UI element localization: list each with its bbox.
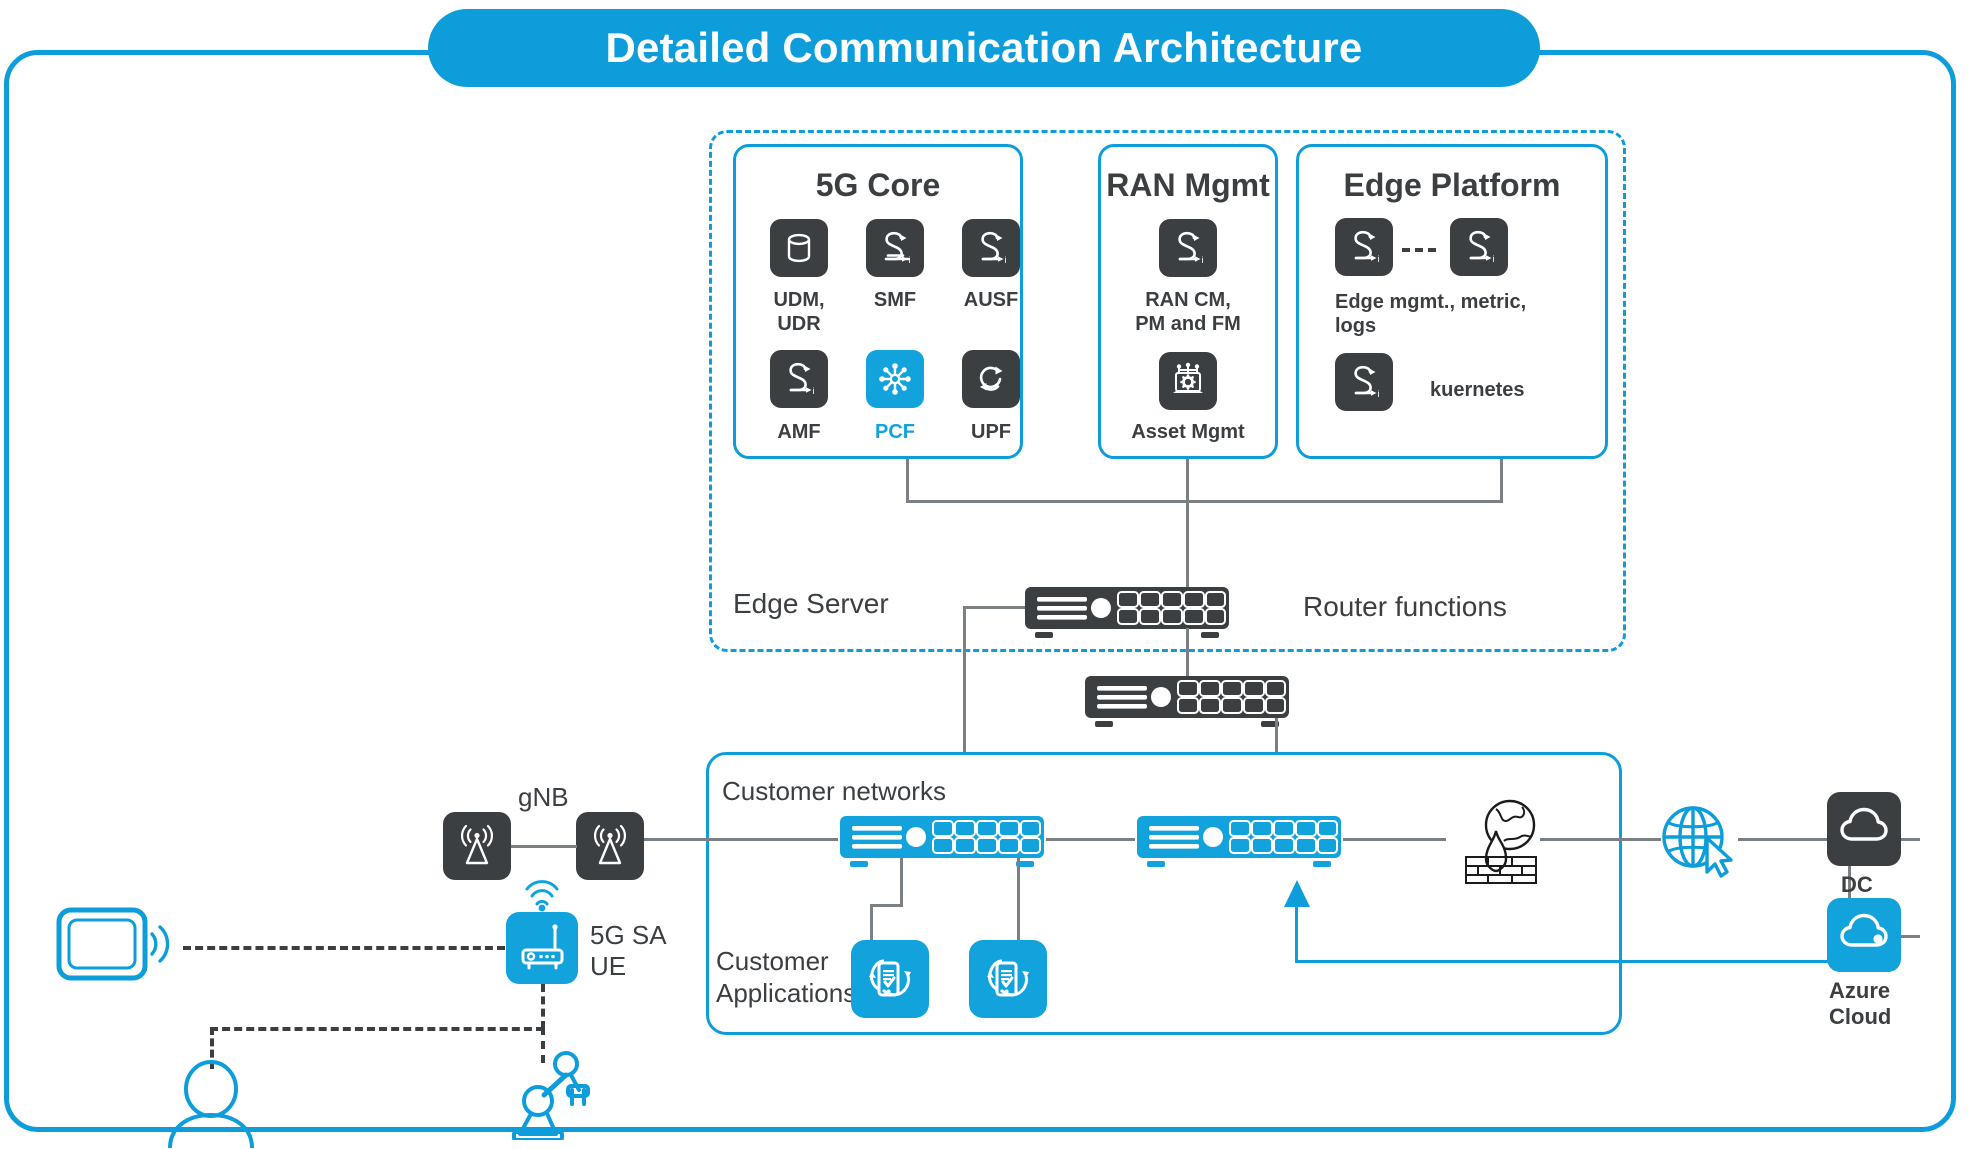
connector-firewall-to-internet: [1540, 838, 1661, 841]
function-i-icon: i: [1354, 365, 1380, 399]
svg-text:i: i: [1202, 255, 1204, 265]
router-switch-icon: [840, 816, 1044, 867]
icon-tile-upf[interactable]: [962, 350, 1020, 408]
svg-text:i: i: [1493, 254, 1495, 264]
router-switch-icon: [1085, 676, 1289, 727]
diagram-canvas: Detailed Communication Architecture Edge…: [0, 0, 1970, 1149]
mobile-app-icon: [987, 959, 1029, 997]
connector-customer-to-firewall: [1343, 838, 1446, 841]
gnb-antenna-2[interactable]: [576, 812, 644, 880]
router-switch-icon: [1137, 816, 1341, 867]
connector-customer-routers: [1046, 838, 1135, 841]
antenna-tower-icon: [594, 824, 626, 865]
asset-gear-laptop-icon: [1173, 362, 1203, 393]
connector-bus-to-router: [1186, 500, 1189, 590]
antenna-tower-icon: [461, 824, 493, 865]
link-tablet-ue: [183, 946, 505, 950]
icon-tile-pcf[interactable]: [866, 350, 924, 408]
function-i-icon: i: [1178, 231, 1204, 265]
cloud-icon: [1840, 807, 1888, 841]
icon-tile-udm-udr[interactable]: [770, 219, 828, 277]
connector-bus: [906, 500, 1503, 503]
gnb-antenna-1[interactable]: [443, 812, 511, 880]
firewall-globe-icon: [1465, 799, 1537, 884]
label-kubernetes: kuernetes: [1430, 379, 1525, 401]
panel-ran-mgmt-title: RAN Mgmt: [1106, 167, 1270, 203]
icon-tile-asset-mgmt[interactable]: [1159, 352, 1217, 410]
robot-arm-icon: [512, 1051, 590, 1140]
policy-hub-icon: [879, 363, 911, 395]
customer-app-2[interactable]: [969, 940, 1047, 1018]
icon-tile-smf[interactable]: i: [866, 219, 924, 277]
forwarding-loop-icon: [979, 366, 1003, 391]
ue-label: 5G SA UE: [590, 920, 667, 982]
wifi-router-icon: [521, 924, 564, 970]
connector-edgeplat-down: [1500, 459, 1503, 503]
edge-server-label: Edge Server: [733, 588, 889, 619]
mobile-app-icon: [869, 959, 911, 997]
link-person-h: [210, 1027, 544, 1031]
customer-applications-label: Customer Applications: [716, 946, 857, 1008]
function-i-icon: i: [1469, 230, 1495, 264]
function-i-icon: i: [981, 231, 1007, 265]
connector-azure-return-h: [1295, 960, 1855, 963]
icon-tile-ausf[interactable]: i: [962, 219, 1020, 277]
panel-edge-platform-title: Edge Platform: [1343, 167, 1561, 203]
internet-globe-cursor-icon: [1662, 806, 1733, 878]
connector-app1-h: [870, 904, 903, 907]
azure-node[interactable]: [1827, 898, 1901, 972]
icon-tile-amf[interactable]: i: [770, 350, 828, 408]
router-customer-1[interactable]: [838, 812, 1046, 868]
function-i-icon: i: [1354, 230, 1380, 264]
link-ue-down: [541, 984, 545, 1029]
label-ran-cm: RAN CM, PM and FM: [1135, 289, 1241, 336]
connector-app1-v2: [870, 904, 873, 943]
icon-tile-ran-cm[interactable]: i: [1159, 219, 1217, 277]
edge-mgmt-link-dash: [1402, 248, 1436, 252]
connector-gnb-1-2: [511, 845, 577, 848]
connector-app1-v1: [900, 858, 903, 906]
router-switch-icon: [1025, 587, 1229, 638]
customer-networks-label: Customer networks: [722, 776, 946, 806]
connector-core-down: [906, 459, 909, 503]
connector-edge-to-core-router: [1186, 628, 1189, 678]
tablet-wifi-icon[interactable]: [56, 906, 176, 984]
label-upf: UPF: [971, 421, 1011, 443]
database-icon: [787, 233, 811, 263]
router-functions-label: Router functions: [1303, 591, 1507, 622]
svg-text:i: i: [1378, 389, 1380, 399]
icon-tile-kubernetes[interactable]: i: [1335, 353, 1393, 411]
label-ausf: AUSF: [963, 289, 1019, 311]
connector-app2-v: [1017, 858, 1020, 943]
azure-cloud-icon: [1840, 913, 1888, 947]
svg-text:i: i: [1005, 255, 1007, 265]
connector-azure-return-v: [1295, 905, 1298, 961]
panel-5g-core-title: 5G Core: [815, 167, 941, 203]
router-core[interactable]: [1083, 672, 1291, 728]
dc-node[interactable]: [1827, 792, 1901, 866]
ue-device[interactable]: [506, 912, 578, 984]
connector-edge-router-left: [963, 606, 1025, 609]
icon-tile-edge-mgmt[interactable]: i: [1335, 218, 1393, 276]
connector-ran-down: [1186, 459, 1189, 503]
label-asset-mgmt: Asset Mgmt: [1131, 421, 1245, 443]
page-title: Detailed Communication Architecture: [605, 24, 1363, 71]
svg-text:i: i: [813, 386, 815, 396]
router-customer-2[interactable]: [1135, 812, 1343, 868]
customer-app-1[interactable]: [851, 940, 929, 1018]
label-edge-mgmt: Edge mgmt., metric, logs: [1335, 291, 1527, 338]
azure-return-arrowhead: [1284, 880, 1310, 907]
azure-label: Azure Cloud: [1829, 978, 1892, 1030]
icon-tile-edge-metric[interactable]: i: [1450, 218, 1508, 276]
person-icon: [168, 1060, 254, 1148]
svg-text:i: i: [1378, 254, 1380, 264]
svg-text:i: i: [909, 255, 911, 265]
connector-gnb-to-customer: [620, 838, 838, 841]
function-i-icon: i: [884, 231, 911, 265]
function-i-icon: i: [789, 362, 815, 396]
gnb-label: gNB: [518, 782, 569, 812]
router-edge[interactable]: [1023, 583, 1231, 639]
dc-label: DC: [1841, 872, 1873, 897]
title-banner: Detailed Communication Architecture: [428, 9, 1540, 87]
